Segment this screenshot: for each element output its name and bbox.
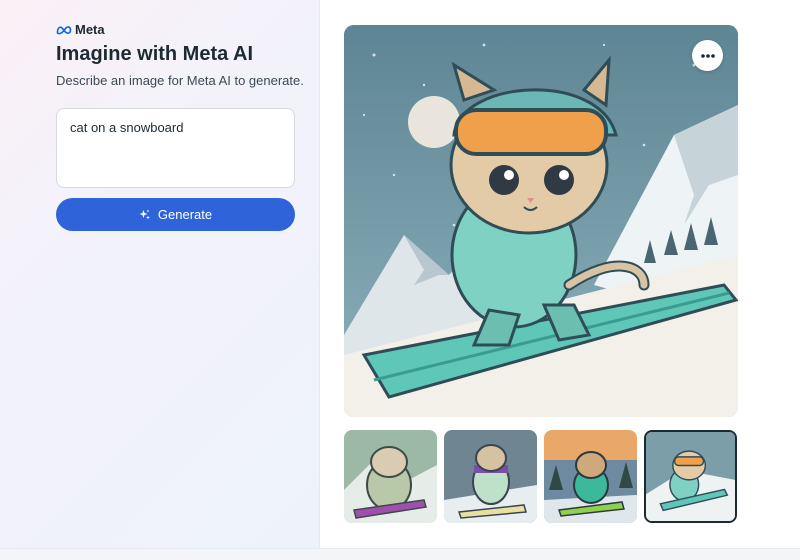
page-title: Imagine with Meta AI: [56, 43, 254, 65]
more-options-button[interactable]: [692, 40, 723, 71]
thumbnail-2[interactable]: [444, 430, 537, 523]
sparkle-icon: [139, 209, 150, 219]
thumbnail-3[interactable]: [544, 430, 637, 523]
meta-brand[interactable]: Meta: [56, 22, 105, 37]
thumbnail-image: [444, 430, 537, 523]
thumbnail-1[interactable]: [344, 430, 437, 523]
bottom-strip: [0, 548, 800, 560]
generated-image[interactable]: [344, 25, 738, 417]
thumbnail-image: [646, 432, 735, 521]
more-horizontal-icon: [700, 53, 715, 58]
prompt-panel: Meta Imagine with Meta AI Describe an im…: [0, 0, 320, 548]
meta-logo-icon: [56, 25, 72, 34]
cat-snowboard-illustration: [344, 25, 738, 417]
generate-button-label: Generate: [157, 207, 213, 222]
thumbnail-image: [344, 430, 437, 523]
brand-name: Meta: [75, 22, 105, 37]
thumbnail-image: [544, 430, 637, 523]
generate-button[interactable]: Generate: [56, 198, 295, 231]
thumbnail-4-selected[interactable]: [644, 430, 737, 523]
page-subtitle: Describe an image for Meta AI to generat…: [56, 73, 304, 88]
prompt-input[interactable]: cat on a snowboard: [56, 108, 295, 188]
